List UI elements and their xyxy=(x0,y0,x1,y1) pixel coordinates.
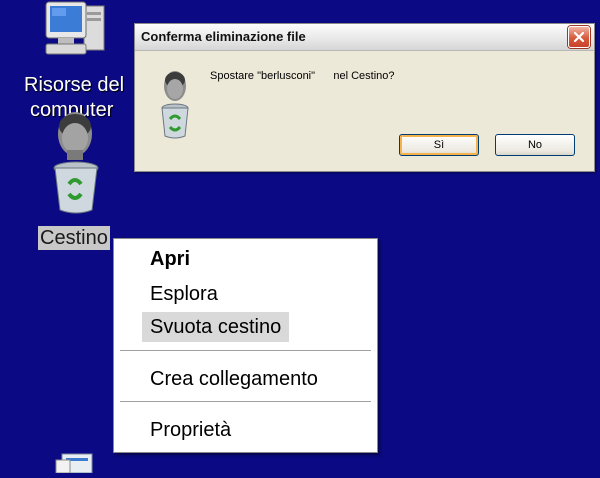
menu-separator xyxy=(120,401,371,403)
desktop-label-computer-line1[interactable]: Risorse del xyxy=(24,73,124,97)
yes-button[interactable]: Sì xyxy=(399,134,479,156)
menu-item-crea-collegamento[interactable]: Crea collegamento xyxy=(142,364,326,394)
close-button[interactable] xyxy=(568,26,590,48)
desktop-label-recycle-bin[interactable]: Cestino xyxy=(38,226,110,250)
menu-item-svuota-cestino[interactable]: Svuota cestino xyxy=(142,312,290,342)
recycle-bin-icon xyxy=(53,112,99,214)
no-button[interactable]: No xyxy=(495,134,575,156)
menu-item-apri[interactable]: Apri xyxy=(142,244,198,274)
desktop-icon-recycle-bin[interactable] xyxy=(45,106,105,216)
confirm-delete-dialog: Conferma eliminazione file Spostare "ber… xyxy=(134,23,595,172)
dialog-title: Conferma eliminazione file xyxy=(141,29,306,44)
menu-separator xyxy=(120,350,371,352)
document-icon xyxy=(55,453,93,474)
context-menu: Apri Esplora Svuota cestino Crea collega… xyxy=(113,238,378,453)
recycle-bin-icon xyxy=(161,71,189,139)
menu-item-esplora[interactable]: Esplora xyxy=(142,279,226,309)
desktop-icon-document[interactable] xyxy=(52,452,102,474)
computer-icon xyxy=(45,1,105,55)
desktop-icon-computer[interactable] xyxy=(40,0,110,62)
dialog-message: Spostare "berlusconi" nel Cestino? xyxy=(210,70,395,82)
menu-item-proprieta[interactable]: Proprietà xyxy=(142,415,239,445)
dialog-icon xyxy=(157,68,193,140)
close-icon xyxy=(573,31,585,43)
dialog-titlebar[interactable]: Conferma eliminazione file xyxy=(135,24,594,51)
